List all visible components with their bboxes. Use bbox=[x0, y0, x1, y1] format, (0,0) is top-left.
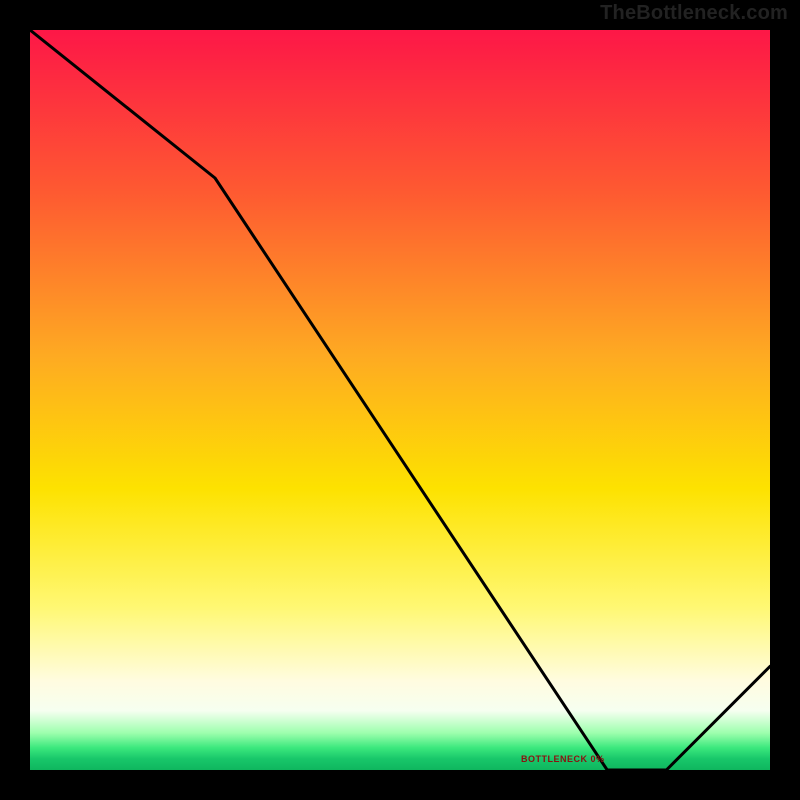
bottleneck-line bbox=[30, 30, 770, 770]
plot-area: BOTTLENECK 0% bbox=[30, 30, 770, 770]
line-chart bbox=[30, 30, 770, 770]
watermark-text: TheBottleneck.com bbox=[600, 2, 788, 25]
bottleneck-zero-label: BOTTLENECK 0% bbox=[521, 754, 605, 764]
chart-container: TheBottleneck.com BOTTLENECK 0% bbox=[0, 0, 800, 800]
